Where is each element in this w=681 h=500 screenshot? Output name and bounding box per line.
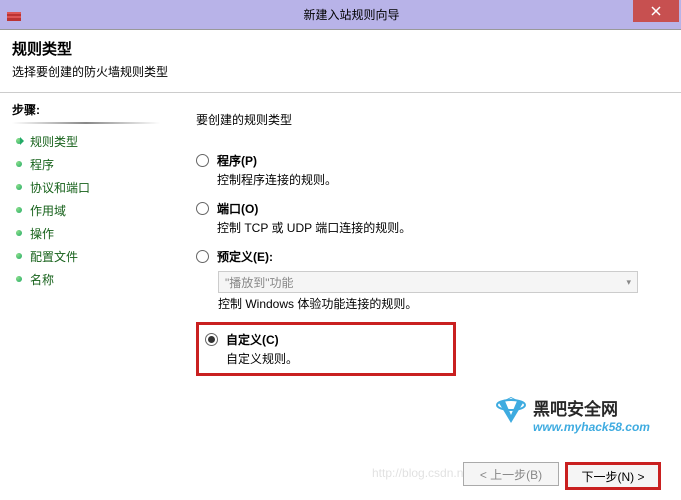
step-label: 作用域: [30, 202, 66, 219]
step-label: 程序: [30, 156, 54, 173]
radio-label: 端口(O): [217, 200, 657, 217]
predefined-select[interactable]: "播放到"功能 ▾: [218, 271, 638, 293]
separator: [12, 122, 160, 124]
question-label: 要创建的规则类型: [196, 111, 657, 128]
back-button: < 上一步(B): [463, 462, 559, 486]
step-bullet-icon: [14, 205, 28, 217]
chevron-down-icon: ▾: [626, 277, 631, 288]
step-protocol-port[interactable]: 协议和端口: [12, 176, 160, 199]
step-label: 操作: [30, 225, 54, 242]
step-bullet-icon: [14, 228, 28, 240]
radio-desc: 自定义规则。: [226, 350, 447, 367]
radio-desc: 控制 TCP 或 UDP 端口连接的规则。: [217, 219, 657, 236]
step-bullet-icon: [14, 136, 28, 148]
close-button[interactable]: [633, 0, 679, 22]
wizard-buttons: < 上一步(B) 下一步(N) >: [463, 462, 661, 490]
radio-icon[interactable]: [196, 154, 209, 167]
step-program[interactable]: 程序: [12, 153, 160, 176]
step-scope[interactable]: 作用域: [12, 199, 160, 222]
main-content: 要创建的规则类型 程序(P) 控制程序连接的规则。 端口(O) 控制 TCP 或…: [172, 93, 681, 500]
step-bullet-icon: [14, 251, 28, 263]
step-label: 协议和端口: [30, 179, 90, 196]
step-label: 规则类型: [30, 133, 78, 150]
watermark-brand: 黑吧安全网: [533, 399, 618, 419]
radio-option-port[interactable]: 端口(O) 控制 TCP 或 UDP 端口连接的规则。: [196, 200, 657, 236]
radio-label: 自定义(C): [226, 331, 447, 348]
watermark: 黑吧安全网 www.myhack58.com: [491, 395, 671, 450]
radio-icon[interactable]: [205, 333, 218, 346]
step-label: 配置文件: [30, 248, 78, 265]
step-label: 名称: [30, 271, 54, 288]
radio-label: 程序(P): [217, 152, 657, 169]
next-button[interactable]: 下一步(N) >: [565, 462, 661, 490]
firewall-icon: [6, 7, 22, 23]
step-bullet-icon: [14, 274, 28, 286]
radio-desc: 控制程序连接的规则。: [217, 171, 657, 188]
radio-icon[interactable]: [196, 250, 209, 263]
wizard-header: 规则类型 选择要创建的防火墙规则类型: [0, 30, 681, 93]
steps-sidebar: 步骤: 规则类型 程序 协议和端口 作用域 操作: [0, 93, 172, 500]
step-name[interactable]: 名称: [12, 268, 160, 291]
step-profile[interactable]: 配置文件: [12, 245, 160, 268]
window-title: 新建入站规则向导: [22, 6, 681, 23]
radio-option-program[interactable]: 程序(P) 控制程序连接的规则。: [196, 152, 657, 188]
select-value: "播放到"功能: [225, 274, 294, 291]
radio-option-predefined[interactable]: 预定义(E):: [196, 248, 657, 265]
page-subtitle: 选择要创建的防火墙规则类型: [12, 63, 669, 80]
radio-desc: 控制 Windows 体验功能连接的规则。: [218, 295, 657, 312]
page-title: 规则类型: [12, 38, 669, 59]
steps-heading: 步骤:: [12, 101, 160, 118]
watermark-url: www.myhack58.com: [533, 420, 650, 434]
highlight-custom: 自定义(C) 自定义规则。: [196, 322, 456, 376]
radio-icon[interactable]: [196, 202, 209, 215]
step-action[interactable]: 操作: [12, 222, 160, 245]
logo-icon: [497, 397, 525, 423]
radio-label: 预定义(E):: [217, 248, 657, 265]
radio-option-custom[interactable]: 自定义(C) 自定义规则。: [205, 331, 447, 367]
titlebar: 新建入站规则向导: [0, 0, 681, 30]
step-rule-type[interactable]: 规则类型: [12, 130, 160, 153]
step-bullet-icon: [14, 159, 28, 171]
step-bullet-icon: [14, 182, 28, 194]
